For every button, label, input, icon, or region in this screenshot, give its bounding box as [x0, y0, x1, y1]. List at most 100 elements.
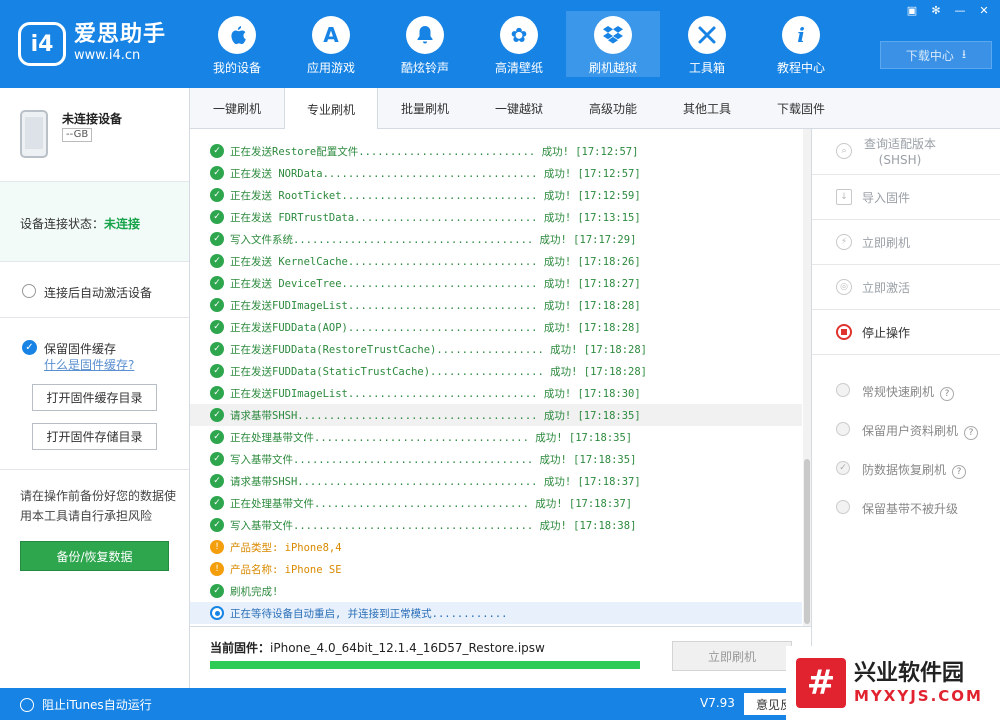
status-value: 未连接: [104, 217, 141, 231]
log-text: 产品名称: iPhone SE: [230, 564, 342, 576]
download-center-button[interactable]: 下载中心 ⭳: [880, 41, 992, 69]
log-row: ✓ 正在发送 DeviceTree........................…: [190, 272, 802, 294]
app-name: 爱思助手: [74, 22, 167, 47]
log-row: ! 产品类型: iPhone8,4: [190, 536, 802, 558]
log-text: 写入基带文件..................................…: [230, 454, 637, 466]
auto-activate-radio[interactable]: [22, 284, 36, 298]
success-check-icon: ✓: [210, 276, 224, 290]
log-text: 产品类型: iPhone8,4: [230, 542, 342, 554]
open-cache-dir-button[interactable]: 打开固件缓存目录: [32, 384, 157, 411]
scroll-thumb[interactable]: [804, 459, 810, 624]
i4-logo-icon: i4: [18, 22, 66, 66]
success-check-icon: ✓: [210, 430, 224, 444]
phone-icon: [20, 110, 48, 158]
waiting-icon: [210, 606, 224, 620]
action-panel: ⌕ 查询适配版本 (SHSH) ↓ 导入固件 ⚡ 立即刷机 ◎ 立即激活 停止操…: [812, 129, 1000, 688]
backup-restore-button[interactable]: 备份/恢复数据: [20, 541, 169, 571]
dropbox-icon: [594, 16, 632, 54]
tab-one-click-jailbreak[interactable]: 一键越狱: [472, 88, 566, 129]
settings-icon[interactable]: ✻: [928, 4, 944, 18]
tab-download-firmware[interactable]: 下载固件: [754, 88, 848, 129]
nav-flash-jailbreak[interactable]: 刷机越狱: [566, 11, 660, 77]
log-row: ✓ 正在处理基带文件...............................…: [190, 426, 802, 448]
success-check-icon: ✓: [210, 342, 224, 356]
nav-toolbox[interactable]: 工具箱: [660, 11, 754, 77]
keep-data-radio[interactable]: [836, 422, 850, 436]
query-shsh-button[interactable]: ⌕ 查询适配版本 (SHSH): [812, 129, 1000, 175]
skin-icon[interactable]: ▣: [904, 4, 920, 18]
flash-icon: ⚡: [836, 234, 852, 250]
log-text: 正在发送FUDData(AOP)........................…: [230, 322, 641, 334]
log-row: ✓ 正在发送 FDRTrustData......................…: [190, 206, 802, 228]
device-card: 未连接设备 --GB: [0, 88, 189, 182]
option-keep-data-flash[interactable]: 保留用户资料刷机?: [812, 417, 1000, 443]
version-label: V7.93: [700, 696, 735, 710]
help-icon[interactable]: ?: [964, 426, 979, 440]
option-anti-recovery-flash[interactable]: ✓ 防数据恢复刷机?: [812, 456, 1000, 482]
normal-flash-radio[interactable]: [836, 383, 850, 397]
log-row: ✓ 请求基带SHSH...............................…: [190, 404, 802, 426]
firmware-file: iPhone_4.0_64bit_12.1.4_16D57_Restore.ip…: [270, 641, 545, 655]
main-nav: 我的设备 A 应用游戏 酷炫铃声 ✿ 高清壁纸 刷机越狱 工具箱 i 教程中心: [190, 11, 848, 77]
device-name: 未连接设备: [62, 112, 123, 126]
tools-icon: [688, 16, 726, 54]
log-row: ✓ 正在处理基带文件...............................…: [190, 492, 802, 514]
auto-activate-option[interactable]: 连接后自动激活设备: [0, 262, 189, 318]
log-row: ✓ 刷机完成!: [190, 580, 802, 602]
help-icon[interactable]: ?: [940, 387, 955, 401]
log-row: ✓ 写入文件系统.................................…: [190, 228, 802, 250]
success-check-icon: ✓: [210, 584, 224, 598]
log-scrollbar[interactable]: [803, 129, 811, 626]
flash-log: ✓ 正在发送Restore配置文件........................…: [190, 129, 812, 626]
log-text: 正在发送FUDImageList........................…: [230, 300, 641, 312]
log-row: ✓ 请求基带SHSH...............................…: [190, 470, 802, 492]
log-row: ✓ 正在发送FUDImageList.......................…: [190, 382, 802, 404]
minimize-icon[interactable]: —: [952, 4, 968, 18]
success-check-icon: ✓: [210, 452, 224, 466]
block-itunes-radio[interactable]: [20, 697, 34, 712]
log-text: 正在发送 KernelCache........................…: [230, 256, 641, 268]
block-itunes-option[interactable]: 阻止iTunes自动运行: [20, 696, 152, 713]
activate-now-button[interactable]: ◎ 立即激活: [812, 265, 1000, 310]
nav-my-device[interactable]: 我的设备: [190, 11, 284, 77]
nav-ringtones[interactable]: 酷炫铃声: [378, 11, 472, 77]
help-icon[interactable]: ?: [952, 465, 967, 479]
import-icon: ↓: [836, 189, 852, 205]
open-storage-dir-button[interactable]: 打开固件存储目录: [32, 423, 157, 450]
nav-apps-games[interactable]: A 应用游戏: [284, 11, 378, 77]
close-icon[interactable]: ✕: [976, 4, 992, 18]
log-row: ✓ 写入基带文件.................................…: [190, 514, 802, 536]
anti-recovery-checkbox[interactable]: ✓: [836, 461, 850, 475]
option-keep-baseband[interactable]: 保留基带不被升级: [812, 495, 1000, 521]
nav-tutorials[interactable]: i 教程中心: [754, 11, 848, 77]
keep-baseband-radio[interactable]: [836, 500, 850, 514]
success-check-icon: ✓: [210, 386, 224, 400]
log-text: 写入基带文件..................................…: [230, 520, 637, 532]
info-icon: i: [782, 16, 820, 54]
import-firmware-button[interactable]: ↓ 导入固件: [812, 175, 1000, 220]
nav-wallpapers[interactable]: ✿ 高清壁纸: [472, 11, 566, 77]
log-row: ✓ 正在发送 RootTicket........................…: [190, 184, 802, 206]
option-normal-flash[interactable]: 常规快速刷机?: [812, 378, 1000, 404]
log-row: ✓ 正在发送FUDData(AOP).......................…: [190, 316, 802, 338]
log-text: 正在等待设备自动重启, 并连接到正常模式............: [230, 608, 508, 620]
flash-progress-bar: [210, 661, 640, 669]
download-icon: ⭳: [961, 46, 967, 61]
tab-pro-flash[interactable]: 专业刷机: [284, 88, 378, 130]
stop-operation-button[interactable]: 停止操作: [812, 310, 1000, 355]
tab-one-click-flash[interactable]: 一键刷机: [190, 88, 284, 129]
log-text: 正在发送Restore配置文件.........................…: [230, 146, 639, 158]
flash-now-side-button[interactable]: ⚡ 立即刷机: [812, 220, 1000, 265]
app-logo: i4 爱思助手 www.i4.cn: [18, 22, 166, 66]
top-header: i4 爱思助手 www.i4.cn 我的设备 A 应用游戏 酷炫铃声 ✿ 高清壁…: [0, 0, 1000, 88]
log-text: 正在发送FUDData(StaticTrustCache)...........…: [230, 366, 648, 378]
log-row: ! 产品名称: iPhone SE: [190, 558, 802, 580]
what-is-cache-link[interactable]: 什么是固件缓存?: [44, 356, 134, 373]
backup-warning: 请在操作前备份好您的数据使用本工具请自行承担风险: [20, 489, 177, 523]
flash-now-button[interactable]: 立即刷机: [672, 641, 792, 671]
tab-advanced[interactable]: 高级功能: [566, 88, 660, 129]
tab-other-tools[interactable]: 其他工具: [660, 88, 754, 129]
warning-icon: !: [210, 540, 224, 554]
keep-cache-checkbox[interactable]: ✓: [22, 340, 37, 355]
tab-batch-flash[interactable]: 批量刷机: [378, 88, 472, 129]
